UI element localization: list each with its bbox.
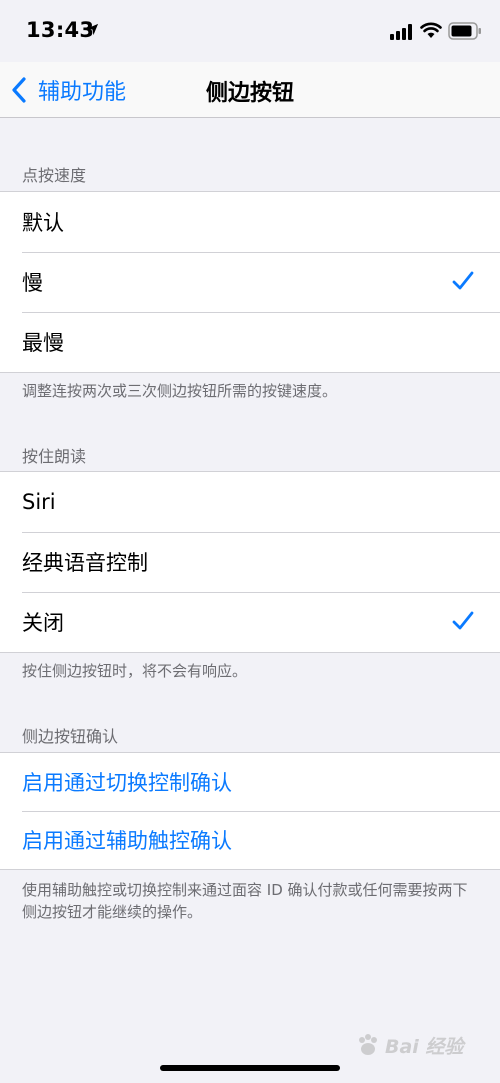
location-arrow-icon	[86, 23, 99, 36]
option-label: Siri	[22, 490, 56, 514]
option-row-slowest[interactable]: 最慢	[0, 312, 500, 372]
section-footer-side-button-confirm: 使用辅助触控或切换控制来通过面容 ID 确认付款或任何需要按两下侧边按钮才能继续…	[22, 881, 468, 921]
option-row-slow[interactable]: 慢	[0, 252, 500, 312]
click-speed-group: 默认 慢 最慢	[0, 191, 500, 373]
option-row-siri[interactable]: Siri	[0, 472, 500, 532]
navigation-bar: 辅助功能 侧边按钮	[0, 62, 500, 118]
watermark-text: Bai 经验	[385, 1035, 464, 1058]
option-label: 经典语音控制	[22, 551, 148, 575]
section-header-side-button-confirm: 侧边按钮确认	[22, 727, 119, 746]
section-footer-press-and-hold: 按住侧边按钮时，将不会有响应。	[22, 662, 248, 680]
wifi-icon	[420, 22, 442, 38]
enable-assistive-touch-confirm-link[interactable]: 启用通过辅助触控确认	[0, 811, 500, 869]
paw-logo-icon	[359, 1034, 377, 1055]
enable-switch-control-confirm-link[interactable]: 启用通过切换控制确认	[0, 753, 500, 811]
link-label: 启用通过切换控制确认	[22, 771, 232, 795]
press-and-hold-group: Siri 经典语音控制 关闭	[0, 471, 500, 653]
section-header-click-speed: 点按速度	[22, 166, 87, 185]
status-bar: 13:43	[0, 0, 500, 62]
battery-icon	[448, 22, 481, 40]
checkmark-icon	[452, 271, 474, 290]
section-footer-click-speed: 调整连按两次或三次侧边按钮所需的按键速度。	[22, 382, 338, 400]
status-time: 13:43	[26, 18, 95, 42]
option-row-default[interactable]: 默认	[0, 192, 500, 252]
option-label: 关闭	[22, 611, 64, 635]
option-label: 最慢	[22, 331, 64, 355]
link-label: 启用通过辅助触控确认	[22, 829, 232, 853]
cellular-signal-icon	[390, 24, 412, 40]
side-button-confirm-group: 启用通过切换控制确认 启用通过辅助触控确认	[0, 752, 500, 870]
home-indicator[interactable]	[160, 1065, 340, 1071]
baidu-jingyan-watermark: Bai 经验	[355, 1025, 495, 1065]
page-title: 侧边按钮	[205, 81, 294, 106]
option-label: 慢	[22, 271, 43, 295]
option-row-classic-voice-control[interactable]: 经典语音控制	[0, 532, 500, 592]
section-header-press-and-hold: 按住朗读	[22, 447, 87, 466]
option-label: 默认	[22, 211, 64, 235]
checkmark-icon	[452, 611, 474, 630]
option-row-off[interactable]: 关闭	[0, 592, 500, 652]
